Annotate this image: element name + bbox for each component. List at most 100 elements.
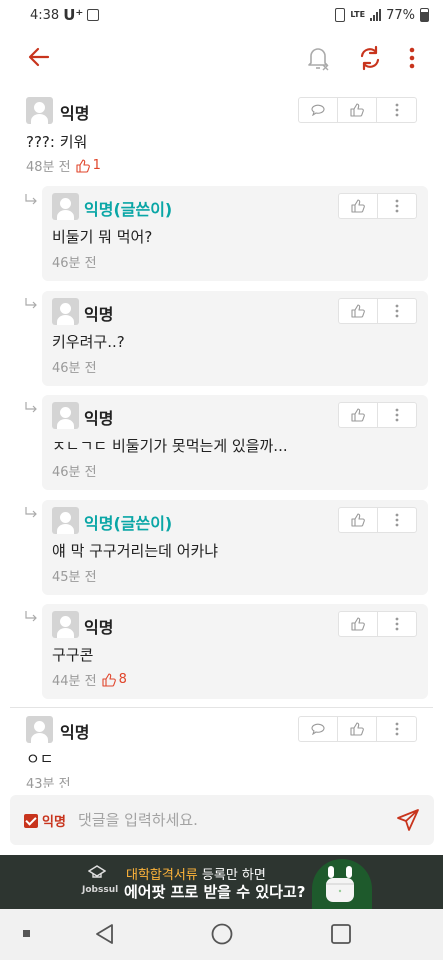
- avatar: [52, 298, 79, 325]
- like-button[interactable]: [338, 98, 377, 122]
- system-nav-bar: [0, 909, 443, 960]
- comment-menu-button[interactable]: [378, 508, 417, 532]
- ad-brand: Jobssul: [82, 885, 119, 895]
- comment-meta: 45분 전: [52, 566, 97, 585]
- checkbox-checked-icon[interactable]: [24, 813, 38, 828]
- comment-menu-button[interactable]: [378, 194, 417, 218]
- comment-meta: 46분 전: [52, 357, 97, 376]
- reply-item: 익명 ㅈㄴㄱㄷ 비둘기가 못먹는게 있을까... 46분 전: [42, 395, 428, 490]
- reply-arrow-icon: [25, 611, 37, 622]
- kebab-icon: [395, 513, 399, 527]
- comment-input-bar: 익명: [10, 795, 434, 845]
- lte-icon: LTE: [350, 10, 366, 19]
- thumbs-up-icon: [351, 304, 365, 318]
- anonymous-label: 익명: [42, 815, 66, 830]
- reply-arrow-icon: [25, 298, 37, 309]
- image-notification-icon: [87, 9, 100, 21]
- like-button[interactable]: [339, 299, 378, 323]
- back-triangle-icon[interactable]: [94, 923, 116, 945]
- ad-banner[interactable]: Jobssul 대학합격서류 등록만 하면 에어팟 프로 받을 수 있다고?: [0, 855, 443, 909]
- comment-meta: 43분 전: [26, 773, 71, 788]
- like-count-value: 1: [92, 158, 101, 173]
- thumbs-up-icon: [351, 513, 365, 527]
- carrier-label: U⁺: [63, 6, 84, 24]
- comment-text: ㅇㄷ: [26, 750, 54, 768]
- status-bar: 4:38 U⁺ LTE 77%: [0, 0, 443, 30]
- like-button[interactable]: [339, 508, 378, 532]
- comment-time: 46분 전: [52, 465, 97, 480]
- comment-author: 익명: [60, 104, 90, 123]
- comment-author: 익명: [60, 723, 90, 742]
- thumbs-up-icon: [351, 408, 365, 422]
- comment-text: 비둘기 뭐 먹어?: [52, 228, 153, 246]
- avatar: [52, 402, 79, 429]
- ad-line-2: 에어팟 프로 받을 수 있다고?: [124, 883, 306, 901]
- avatar: [52, 507, 79, 534]
- reply-arrow-icon: [25, 507, 37, 518]
- comment-author: 익명: [84, 409, 114, 428]
- status-time: 4:38: [30, 7, 60, 23]
- kebab-icon: [395, 722, 398, 736]
- reply-item: 익명(글쓴이) 비둘기 뭐 먹어? 46분 전: [42, 186, 428, 281]
- avatar: [26, 716, 53, 743]
- reply-button[interactable]: [299, 98, 338, 122]
- speech-bubble-icon: [311, 104, 325, 116]
- comment-menu-button[interactable]: [378, 403, 417, 427]
- like-button[interactable]: [338, 717, 377, 741]
- reply-arrow-icon: [25, 194, 37, 205]
- overview-square-icon[interactable]: [330, 923, 352, 945]
- comment-meta: 46분 전: [52, 252, 97, 271]
- comment-actions: [338, 611, 417, 637]
- comment-text: ???: 키워: [26, 133, 88, 151]
- reply-button[interactable]: [299, 717, 338, 741]
- comment-author: 익명: [84, 618, 114, 637]
- comment-time: 46분 전: [52, 361, 97, 376]
- recent-apps-dot-icon[interactable]: [23, 930, 31, 938]
- bell-off-icon[interactable]: [304, 44, 332, 72]
- thumbs-up-icon: [76, 158, 90, 173]
- comment-time: 43분 전: [26, 777, 71, 788]
- home-circle-icon[interactable]: [211, 923, 233, 945]
- kebab-icon: [395, 617, 399, 631]
- comment-menu-button[interactable]: [377, 717, 416, 741]
- comment-time: 44분 전: [52, 674, 97, 689]
- comment-author: 익명(글쓴이): [84, 200, 173, 219]
- kebab-icon: [395, 199, 399, 213]
- paper-plane-icon[interactable]: [396, 808, 420, 832]
- like-count: 1: [76, 158, 101, 173]
- comment-meta: 44분 전 8: [52, 670, 127, 689]
- speech-bubble-icon: [311, 723, 325, 735]
- jobssul-logo-icon: [88, 865, 106, 878]
- comment-menu-button[interactable]: [378, 612, 417, 636]
- avatar: [52, 611, 79, 638]
- like-button[interactable]: [339, 612, 378, 636]
- comment-text: 구구콘: [52, 646, 94, 664]
- more-vertical-icon[interactable]: [402, 44, 422, 72]
- thumbs-up-icon: [102, 672, 116, 687]
- kebab-icon: [395, 408, 399, 422]
- comment-time: 48분 전: [26, 160, 71, 175]
- refresh-icon[interactable]: [356, 44, 384, 72]
- like-button[interactable]: [339, 194, 378, 218]
- anonymous-toggle[interactable]: 익명: [24, 811, 66, 830]
- like-button[interactable]: [339, 403, 378, 427]
- comment-item: 익명 ???: 키워 48분 전 1: [0, 86, 443, 181]
- comment-menu-button[interactable]: [378, 299, 417, 323]
- app-bar: [0, 30, 443, 86]
- reply-item: 익명(글쓴이) 얘 막 구구거리는데 어카냐 45분 전: [42, 500, 428, 595]
- battery-icon: [420, 8, 429, 22]
- comment-menu-button[interactable]: [377, 98, 416, 122]
- comment-text: 키우려구..?: [52, 333, 125, 351]
- comment-actions: [298, 97, 417, 123]
- reply-arrow-icon: [25, 402, 37, 413]
- comment-actions: [338, 507, 417, 533]
- comment-author: 익명: [84, 305, 114, 324]
- reply-item: 익명 키우려구..? 46분 전: [42, 291, 428, 386]
- signal-icon: [370, 9, 382, 21]
- like-count-value: 8: [118, 672, 127, 687]
- back-arrow-icon[interactable]: [26, 44, 52, 70]
- kebab-icon: [395, 103, 398, 117]
- comment-item: 익명 ㅇㄷ 43분 전: [0, 708, 443, 788]
- comment-author: 익명(글쓴이): [84, 514, 173, 533]
- comment-input[interactable]: [78, 805, 378, 835]
